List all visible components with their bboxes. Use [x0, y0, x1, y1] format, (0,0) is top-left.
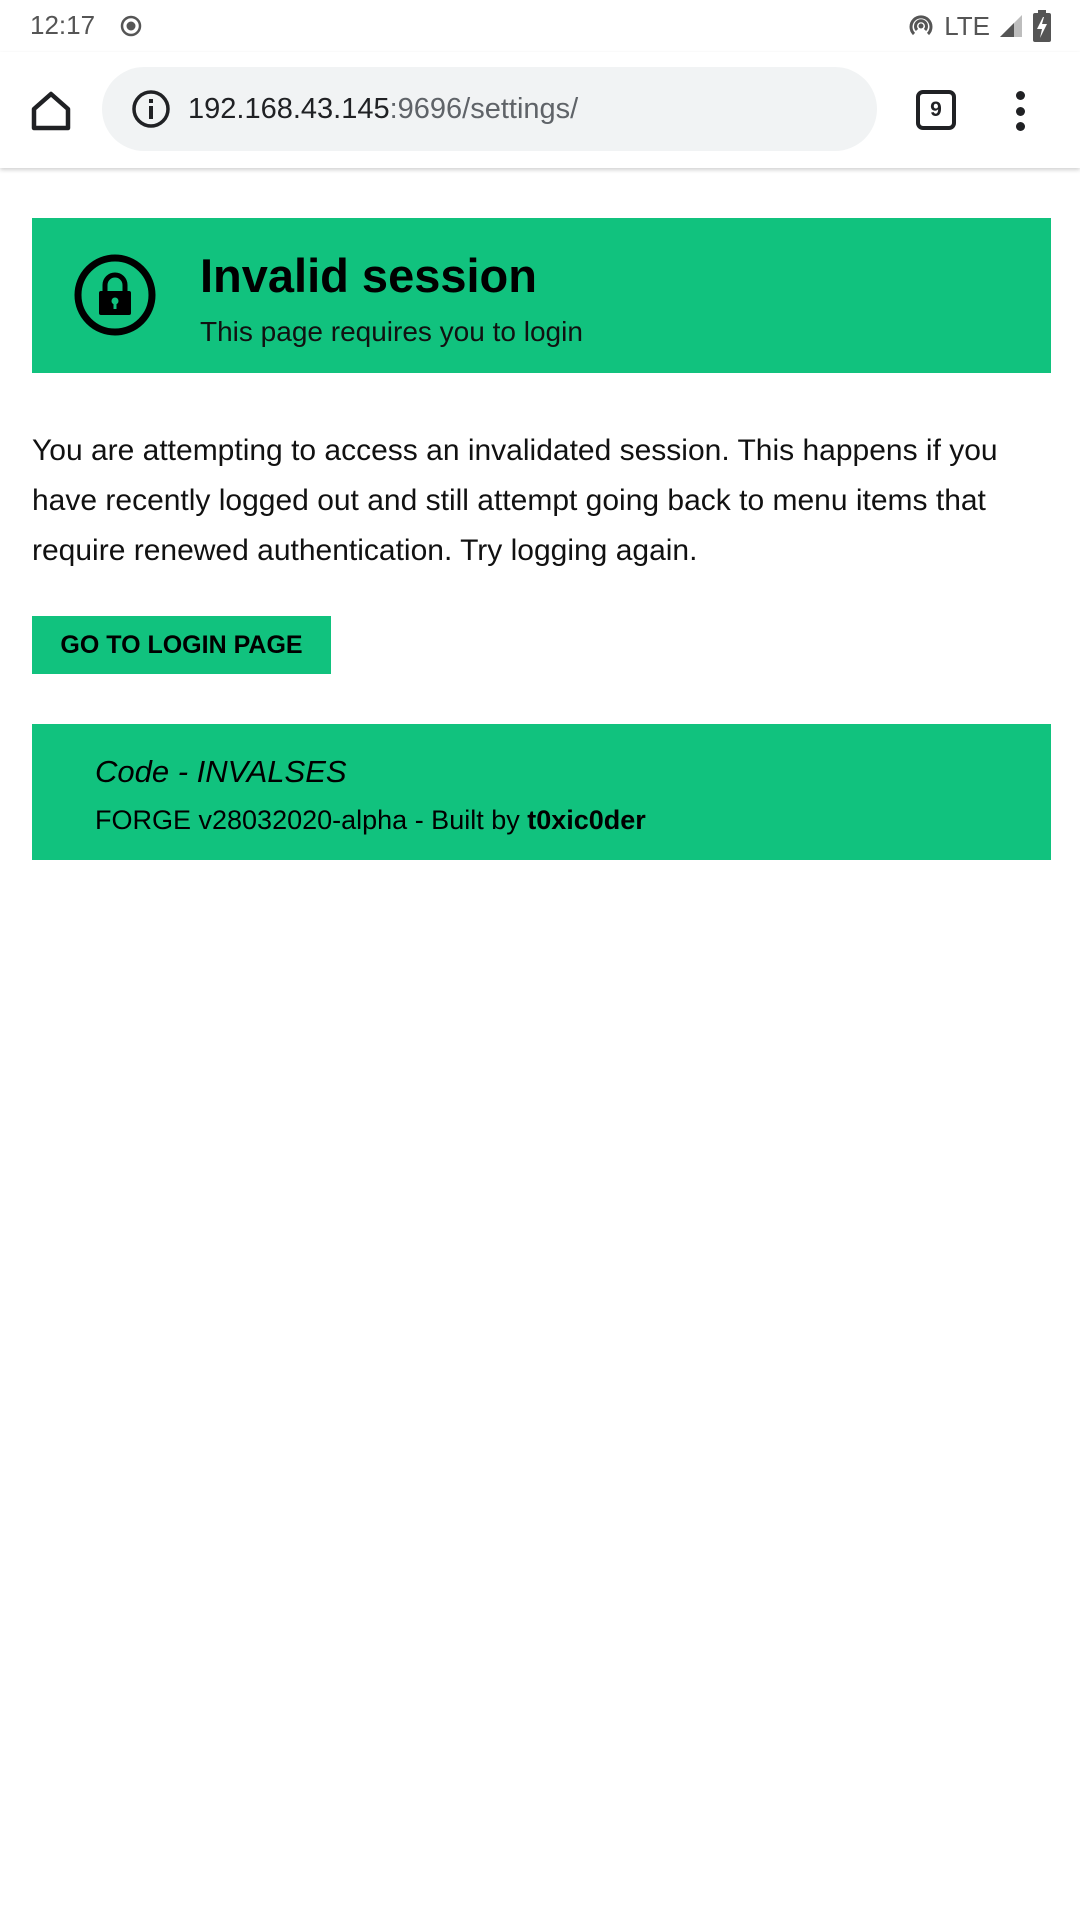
menu-dot [1015, 122, 1025, 131]
home-button[interactable] [24, 84, 78, 138]
url-text[interactable]: 192.168.43.145:9696/settings/ [188, 89, 578, 129]
lock-icon [74, 254, 156, 336]
build-author: t0xic0der [527, 805, 646, 835]
build-version: FORGE v28032020-alpha - Built by [95, 805, 528, 835]
battery-charging-icon [1033, 10, 1051, 42]
menu-dot [1015, 106, 1025, 116]
status-bar: 12:17 LTE [0, 0, 1080, 52]
status-time: 12:17 [30, 10, 96, 40]
hotspot-icon [909, 15, 933, 36]
url-host: 192.168.43.145 [188, 93, 390, 125]
browser-toolbar: 192.168.43.145:9696/settings/ 9 [0, 52, 1080, 168]
network-type-label: LTE [944, 10, 990, 41]
home-icon [31, 91, 71, 131]
more-vert-icon[interactable] [1000, 87, 1040, 135]
record-icon [120, 15, 142, 37]
status-icons: LTE [906, 8, 1052, 44]
signal-icon [1000, 15, 1022, 37]
tab-count: 9 [930, 98, 942, 121]
go-to-login-button[interactable]: GO TO LOGIN PAGE [32, 616, 331, 674]
address-bar[interactable]: 192.168.43.145:9696/settings/ [102, 67, 877, 151]
invalid-session-banner: Invalid session This page requires you t… [32, 218, 1051, 373]
alert-subtitle: This page requires you to login [200, 316, 583, 347]
error-code: Code - INVALSES [95, 754, 347, 789]
session-message: You are attempting to access an invalida… [32, 434, 998, 567]
footer-info-box: Code - INVALSES FORGE v28032020-alpha - … [32, 724, 1051, 860]
build-info: FORGE v28032020-alpha - Built by t0xic0d… [95, 802, 646, 838]
url-path: :9696/settings/ [389, 93, 579, 125]
tab-switcher-button[interactable]: 9 [916, 90, 956, 130]
info-icon[interactable] [130, 88, 172, 130]
menu-dot [1015, 91, 1025, 100]
alert-title: Invalid session [200, 249, 537, 302]
